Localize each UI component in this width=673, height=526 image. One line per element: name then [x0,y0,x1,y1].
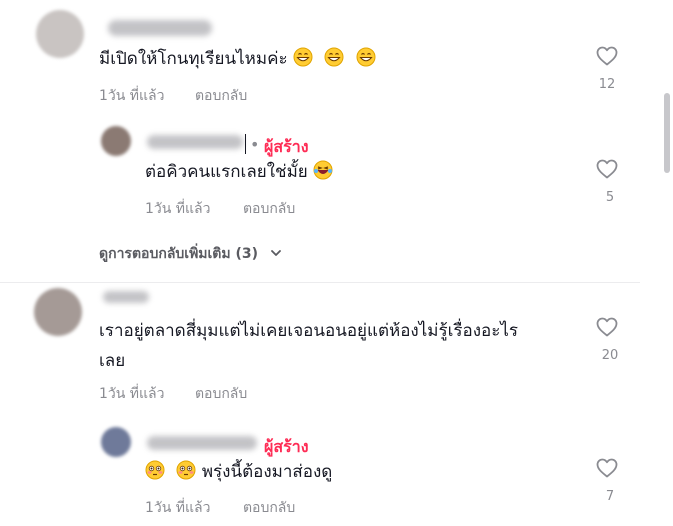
grinning-face-icon [293,47,313,67]
flushed-face-icon [145,460,165,480]
comment-time: 1วัน ที่แล้ว [99,386,165,402]
reply-time: 1วัน ที่แล้ว [145,201,211,217]
scrollbar-thumb[interactable] [664,93,670,173]
reply-time: 1วัน ที่แล้ว [145,500,211,516]
chevron-down-icon [271,250,281,256]
comment-body-line1: เราอยู่ตลาดสี่มุมแต่ไม่เคยเจอนอนอยู่แต่ห… [99,321,519,341]
like-count: 5 [605,190,615,205]
comment-text: มีเปิดให้โกนทุเรียนไหมค่ะ [99,44,376,74]
comment-meta: 1วัน ที่แล้ว ตอบกลับ [99,383,247,405]
grinning-face-icon [324,47,344,67]
heart-icon[interactable] [595,315,619,339]
comment-text: เราอยู่ตลาดสี่มุมแต่ไม่เคยเจอนอนอยู่แต่ห… [99,316,518,376]
comment-body-line2: เลย [99,351,126,371]
heart-icon[interactable] [595,456,619,480]
comment-body: มีเปิดให้โกนทุเรียนไหมค่ะ [99,49,288,69]
reply-body: ต่อคิวคนแรกเลยใช่มั้ย [145,162,308,182]
avatar[interactable] [36,10,84,58]
comment-meta: 1วัน ที่แล้ว ตอบกลับ [99,85,247,107]
reply-button[interactable]: ตอบกลับ [243,500,295,516]
reply-username-blurred[interactable] [147,135,243,149]
like-count: 20 [601,348,619,363]
text-cursor [245,134,246,154]
laughing-tears-face-icon [313,160,333,180]
heart-icon[interactable] [595,157,619,181]
avatar[interactable] [34,288,82,336]
comment-divider [0,282,640,283]
reply-body: พรุ่งนี้ต้องมาส่องดู [201,462,333,482]
scrollbar[interactable] [663,0,671,526]
comment-time: 1วัน ที่แล้ว [99,88,165,104]
reply-username-blurred[interactable] [147,436,257,450]
reply-button[interactable]: ตอบกลับ [243,201,295,217]
reply-button[interactable]: ตอบกลับ [195,386,247,402]
like-count: 12 [598,77,616,92]
flushed-face-icon [176,460,196,480]
like-count: 7 [605,489,615,504]
view-more-replies[interactable]: ดูการตอบกลับเพิ่มเติม (3) [99,243,283,265]
view-more-label: ดูการตอบกลับเพิ่มเติม (3) [99,246,259,262]
reply-meta: 1วัน ที่แล้ว ตอบกลับ [145,497,295,519]
heart-icon[interactable] [595,44,619,68]
reply-meta: 1วัน ที่แล้ว ตอบกลับ [145,198,295,220]
reply-text: ต่อคิวคนแรกเลยใช่มั้ย [145,157,333,187]
reply-avatar[interactable] [101,126,131,156]
reply-text: พรุ่งนี้ต้องมาส่องดู [145,457,332,487]
separator-dot: • [250,135,260,154]
grinning-face-icon [356,47,376,67]
username-blurred[interactable] [108,20,212,36]
reply-button[interactable]: ตอบกลับ [195,88,247,104]
username-blurred[interactable] [103,291,149,303]
reply-avatar[interactable] [101,427,131,457]
